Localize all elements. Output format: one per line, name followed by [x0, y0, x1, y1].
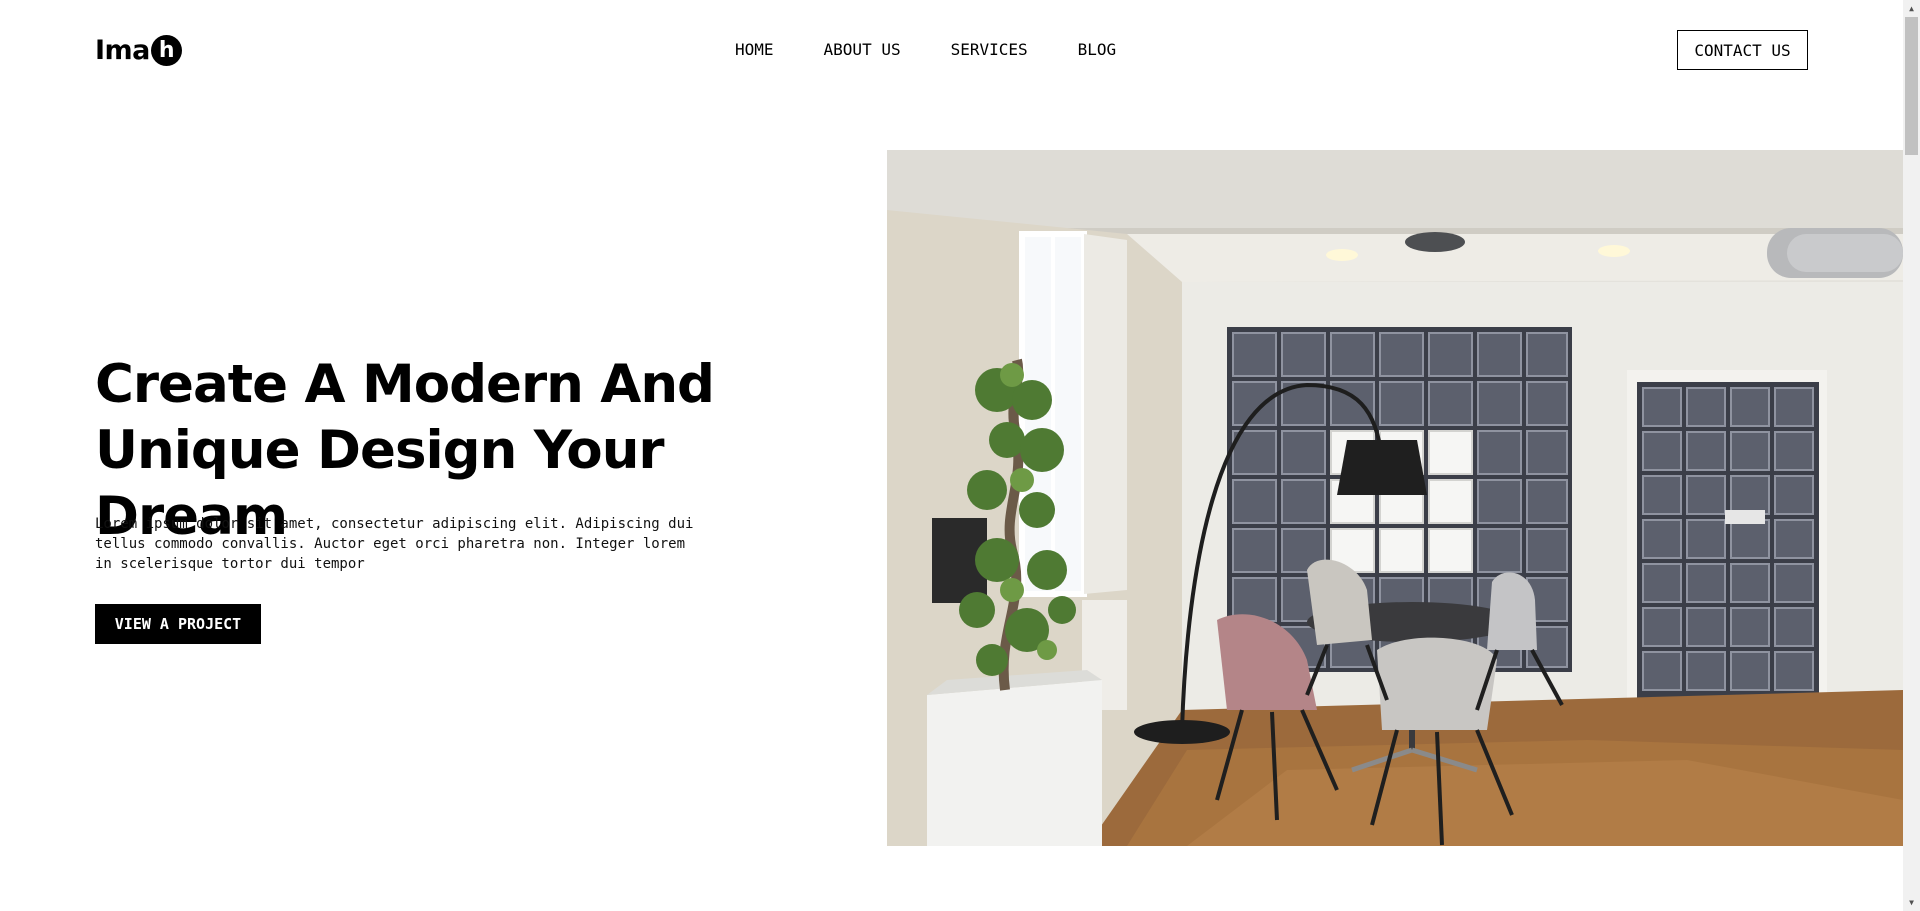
main-nav: HOME ABOUT US SERVICES BLOG — [735, 38, 1116, 62]
triangle-up-icon[interactable]: ▲ — [1903, 0, 1920, 17]
nav-about-us[interactable]: ABOUT US — [824, 38, 901, 62]
contact-us-button[interactable]: CONTACT US — [1677, 30, 1808, 70]
hero-description: Lorem ipsum dolor sit amet, consectetur … — [95, 516, 694, 572]
nav-home[interactable]: HOME — [735, 38, 774, 62]
hero-image — [887, 150, 1903, 846]
site-header: Ima h HOME ABOUT US SERVICES BLOG CONTACT… — [0, 0, 1903, 100]
scrollbar-thumb[interactable] — [1905, 17, 1918, 155]
page-scrollbar[interactable]: ▲ ▼ — [1903, 0, 1920, 911]
triangle-down-icon[interactable]: ▼ — [1903, 894, 1920, 911]
logo-text: Ima — [95, 34, 150, 66]
nav-services[interactable]: SERVICES — [951, 38, 1028, 62]
nav-blog[interactable]: BLOG — [1078, 38, 1117, 62]
view-project-button[interactable]: VIEW A PROJECT — [95, 604, 261, 644]
logo[interactable]: Ima h — [95, 32, 182, 68]
logo-badge: h — [150, 34, 182, 66]
